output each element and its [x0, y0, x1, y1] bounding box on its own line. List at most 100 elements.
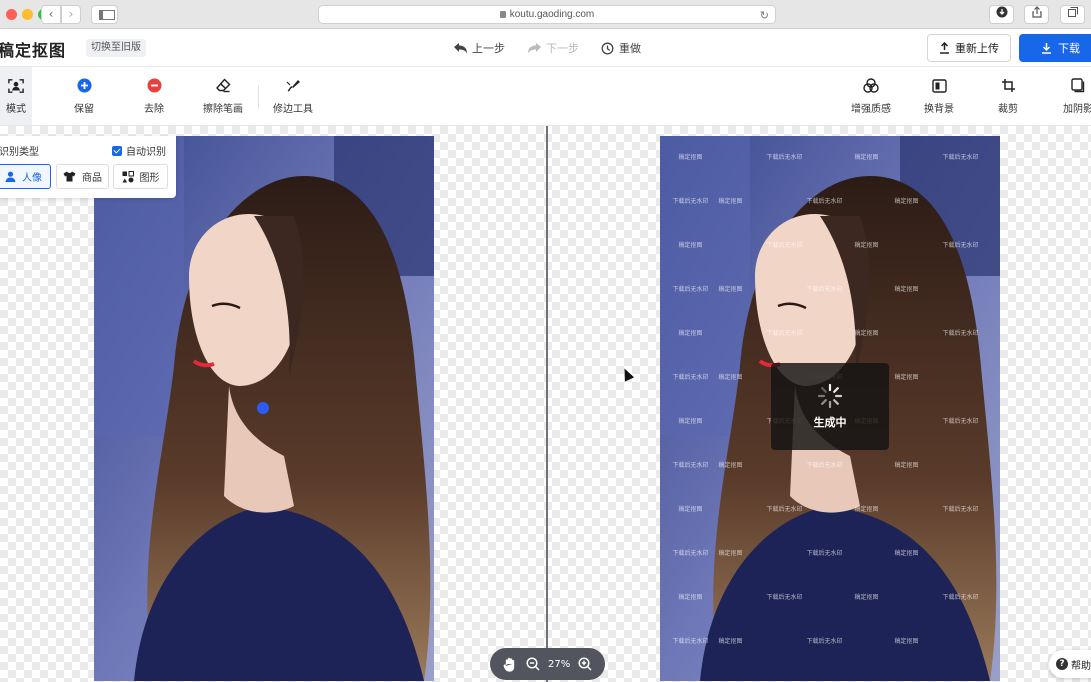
app-header: 稿定抠图 切换至旧版 上一步 下一步 重做 重新上传 下载	[0, 29, 1091, 67]
edge-brush-icon	[285, 78, 301, 94]
type-option-label: 人像	[22, 173, 42, 184]
watermark-text: 下载后无水印	[672, 462, 709, 469]
portrait-mode-icon	[8, 78, 24, 94]
person-icon	[5, 171, 16, 182]
enhance-icon	[863, 78, 879, 94]
reload-icon[interactable]: ↻	[760, 8, 769, 25]
share-icon[interactable]	[1024, 5, 1049, 24]
sidebar-toggle-icon[interactable]	[91, 5, 118, 24]
address-bar[interactable]: koutu.gaoding.com ↻	[318, 5, 776, 24]
remove-tool[interactable]: 去除	[136, 67, 172, 125]
reset-button[interactable]: 重做	[600, 40, 641, 56]
watermark-text: 下载后无水印	[766, 506, 803, 513]
watermark-text: 下载后无水印	[806, 198, 843, 205]
add-shadow-tool[interactable]: 加阴影	[1058, 67, 1091, 125]
tabs-overview-icon[interactable]	[1060, 5, 1085, 24]
crop-tool[interactable]: 裁剪	[993, 67, 1023, 125]
watermark-text: 下载后无水印	[942, 506, 979, 513]
shadow-icon	[1070, 78, 1086, 94]
lock-icon	[499, 11, 506, 18]
watermark-text: 稿定抠图	[894, 374, 919, 381]
watermark-text: 稿定抠图	[678, 154, 703, 161]
plus-circle-icon	[76, 78, 92, 94]
redo-label: 下一步	[546, 42, 579, 55]
watermark-text: 下载后无水印	[806, 638, 843, 645]
keep-label: 保留	[74, 103, 94, 115]
app-logo[interactable]: 稿定抠图	[0, 37, 66, 61]
help-button[interactable]: ? 帮助	[1049, 650, 1091, 678]
watermark-text: 下载后无水印	[942, 418, 979, 425]
zoom-level: 27%	[547, 658, 571, 670]
chevron-left-icon[interactable]: ‹	[41, 5, 61, 24]
watermark-text: 下载后无水印	[942, 330, 979, 337]
watermark-text: 稿定抠图	[894, 550, 919, 557]
shapes-icon	[122, 170, 134, 182]
watermark-text: 下载后无水印	[942, 242, 979, 249]
watermark-text: 稿定抠图	[894, 286, 919, 293]
enhance-tool[interactable]: 增强质感	[846, 67, 896, 125]
watermark-text: 下载后无水印	[766, 242, 803, 249]
zoom-out-icon[interactable]	[525, 656, 541, 672]
compare-divider[interactable]	[546, 126, 548, 682]
watermark-text: 稿定抠图	[854, 242, 879, 249]
generating-overlay: 生成中	[771, 363, 889, 450]
watermark-text: 稿定抠图	[718, 374, 743, 381]
help-label: 帮助	[1071, 660, 1091, 672]
reupload-button[interactable]: 重新上传	[927, 34, 1011, 62]
keep-tool[interactable]: 保留	[66, 67, 102, 125]
add-shadow-label: 加阴影	[1063, 103, 1091, 115]
watermark-text: 稿定抠图	[894, 462, 919, 469]
hand-pan-icon[interactable]	[502, 656, 518, 672]
background-icon	[931, 78, 947, 94]
watermark-text: 下载后无水印	[942, 154, 979, 161]
mode-tool[interactable]: 模式	[0, 67, 32, 125]
mode-label: 模式	[6, 103, 26, 115]
close-window-button[interactable]	[6, 9, 17, 20]
watermark-text: 下载后无水印	[672, 286, 709, 293]
undo-icon	[454, 42, 467, 53]
tshirt-icon	[63, 171, 76, 182]
watermark-text: 下载后无水印	[766, 594, 803, 601]
minimize-window-button[interactable]	[22, 9, 33, 20]
checkbox-checked-icon	[112, 145, 122, 156]
tool-bar: 模式 保留 去除 擦除笔画 修边工具 增强质感 换背景 裁剪 加阴影	[0, 67, 1091, 126]
watermark-text: 下载后无水印	[672, 374, 709, 381]
watermark-text: 稿定抠图	[854, 154, 879, 161]
watermark-text: 下载后无水印	[766, 154, 803, 161]
watermark-text: 下载后无水印	[766, 330, 803, 337]
upload-icon	[940, 42, 949, 54]
watermark-text: 稿定抠图	[718, 550, 743, 557]
remove-label: 去除	[144, 103, 164, 115]
crop-icon	[1000, 78, 1016, 94]
auto-detect-label: 自动识别	[126, 147, 166, 158]
zoom-in-icon[interactable]	[577, 656, 593, 672]
download-label: 下载	[1058, 42, 1080, 55]
watermark-text: 稿定抠图	[854, 594, 879, 601]
type-option-product[interactable]: 商品	[56, 164, 109, 189]
reupload-label: 重新上传	[955, 42, 999, 55]
url-text: koutu.gaoding.com	[509, 9, 595, 20]
change-background-tool[interactable]: 换背景	[920, 67, 958, 125]
recognition-type-panel: 识别类型 自动识别 人像 商品 图形	[0, 136, 176, 198]
chevron-right-icon[interactable]: ›	[61, 5, 81, 24]
undo-button[interactable]: 上一步	[453, 40, 505, 56]
download-button[interactable]: 下载	[1019, 34, 1091, 62]
toolbar-divider	[258, 85, 259, 109]
watermark-text: 稿定抠图	[718, 286, 743, 293]
type-option-graphic[interactable]: 图形	[113, 164, 168, 189]
watermark-text: 下载后无水印	[672, 198, 709, 205]
brush-cursor-dot	[257, 402, 269, 414]
canvas-workspace[interactable]: 稿定抠图 下载后无水印 稿定抠图 下载后无水印 稿定抠图 下载后无水印 稿定抠图 下载后无水印…	[0, 126, 1091, 682]
redo-button[interactable]: 下一步	[527, 40, 579, 56]
auto-detect-checkbox[interactable]: 自动识别	[112, 143, 166, 158]
switch-old-version-button[interactable]: 切换至旧版	[86, 39, 146, 57]
type-option-portrait[interactable]: 人像	[0, 164, 51, 189]
watermark-text: 稿定抠图	[894, 638, 919, 645]
edge-tool[interactable]: 修边工具	[268, 67, 318, 125]
change-background-label: 换背景	[924, 103, 954, 115]
watermark-text: 稿定抠图	[718, 638, 743, 645]
watermark-text: 稿定抠图	[718, 198, 743, 205]
eraser-icon	[215, 78, 231, 94]
erase-stroke-tool[interactable]: 擦除笔画	[198, 67, 248, 125]
downloads-icon[interactable]	[989, 5, 1014, 24]
